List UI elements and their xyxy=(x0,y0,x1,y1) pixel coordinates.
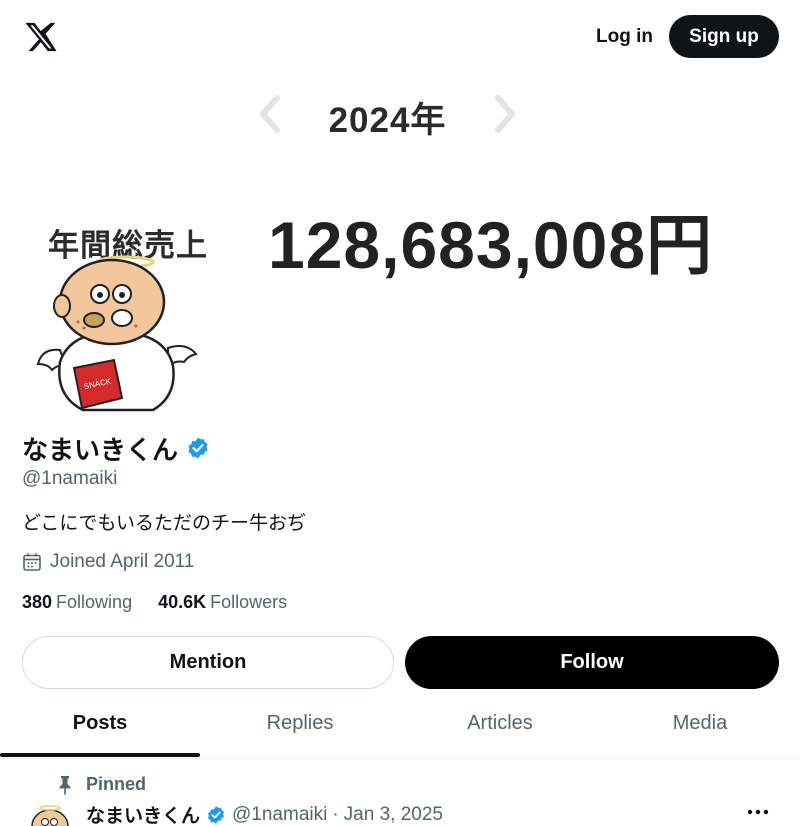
tab-articles[interactable]: Articles xyxy=(400,700,600,758)
followers-link[interactable]: 40.6K Followers xyxy=(158,592,287,613)
login-button[interactable]: Log in xyxy=(584,18,665,56)
followers-label: Followers xyxy=(210,592,288,612)
year-selector: 2024年 xyxy=(255,90,520,140)
tab-posts-label: Posts xyxy=(72,712,128,734)
pinned-indicator: Pinned xyxy=(56,774,146,795)
annual-sales-amount: 128,683,008円 xyxy=(268,208,714,282)
tab-replies[interactable]: Replies xyxy=(200,700,400,758)
chevron-right-icon xyxy=(495,95,515,133)
tab-media-label: Media xyxy=(672,712,728,734)
joined-date-row: Joined April 2011 xyxy=(22,551,194,573)
active-tab-indicator xyxy=(0,753,200,757)
post-author-name[interactable]: なまいきくん xyxy=(86,801,200,826)
tab-replies-label: Replies xyxy=(266,712,334,734)
followers-count: 40.6K xyxy=(158,592,207,612)
following-count: 380 xyxy=(22,592,53,612)
follow-stats: 380 Following 40.6K Followers xyxy=(22,592,313,613)
post-author-handle[interactable]: @1namaiki xyxy=(232,804,327,826)
banner-year: 2024年 xyxy=(328,101,447,140)
chevron-left-icon xyxy=(260,95,280,133)
display-name: なまいきくん xyxy=(22,434,179,465)
following-label: Following xyxy=(56,592,133,612)
post-date[interactable]: Jan 3, 2025 xyxy=(344,804,443,826)
user-bio: どこにでもいるただのチー牛おぢ xyxy=(22,513,307,534)
verified-badge-icon[interactable] xyxy=(206,805,226,825)
post-header: なまいきくん @1namaiki · Jan 3, 2025 xyxy=(86,801,443,826)
tab-articles-label: Articles xyxy=(467,712,533,734)
post-separator: · xyxy=(332,803,339,825)
signup-button[interactable]: Sign up xyxy=(669,15,779,58)
joined-date: Joined April 2011 xyxy=(50,551,195,572)
profile-avatar[interactable]: SNACK xyxy=(30,250,200,425)
display-name-row: なまいきくん xyxy=(22,430,210,466)
pin-icon xyxy=(59,775,71,794)
profile-tabs: Posts Replies Articles Media xyxy=(0,700,800,759)
calendar-icon xyxy=(23,553,41,571)
verified-badge-icon[interactable] xyxy=(186,436,210,460)
follow-button[interactable]: Follow xyxy=(405,636,779,689)
x-logo-icon[interactable] xyxy=(24,20,58,54)
top-navigation-bar: Log in Sign up xyxy=(0,0,800,72)
pinned-label: Pinned xyxy=(86,774,147,794)
tab-media[interactable]: Media xyxy=(600,700,800,758)
mention-button[interactable]: Mention xyxy=(22,636,394,689)
following-link[interactable]: 380 Following xyxy=(22,592,132,613)
post-author-avatar[interactable] xyxy=(26,800,72,826)
tab-posts[interactable]: Posts xyxy=(0,700,200,758)
more-options-icon[interactable] xyxy=(744,800,772,824)
user-handle: @1namaiki xyxy=(22,468,118,489)
